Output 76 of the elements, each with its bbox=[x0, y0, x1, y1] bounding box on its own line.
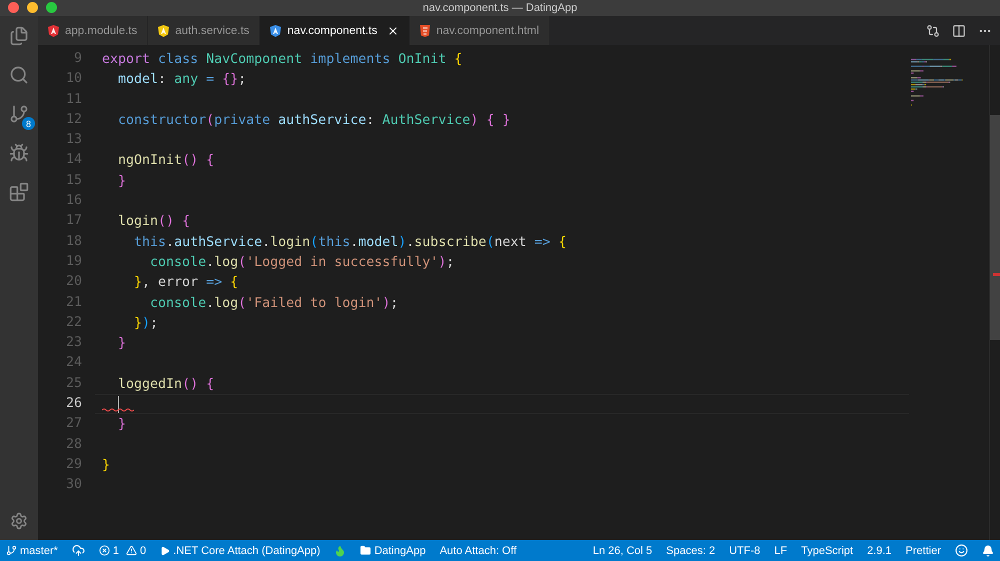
line-number: 28 bbox=[66, 436, 82, 454]
status-item[interactable]: Spaces: 2 bbox=[666, 544, 716, 556]
close-icon[interactable] bbox=[387, 24, 400, 36]
status-item[interactable]: Auto Attach: Off bbox=[440, 544, 517, 556]
close-window-icon[interactable] bbox=[8, 2, 19, 13]
status-item[interactable]: 2.9.1 bbox=[867, 544, 892, 556]
status-item[interactable]: UTF-8 bbox=[729, 544, 760, 556]
line-number: 20 bbox=[66, 273, 82, 292]
settings-icon[interactable] bbox=[10, 512, 28, 530]
line-number: 30 bbox=[66, 476, 82, 494]
minimize-window-icon[interactable] bbox=[27, 2, 38, 13]
code-line: }); bbox=[133, 316, 158, 331]
code-line: model: any = {}; bbox=[117, 72, 246, 88]
bell-icon[interactable] bbox=[982, 544, 994, 556]
code-line: } bbox=[117, 336, 126, 352]
line-number: 10 bbox=[66, 70, 82, 88]
count-badge: 8 bbox=[22, 117, 35, 130]
line-number: 23 bbox=[66, 334, 82, 352]
line-number: 25 bbox=[66, 374, 82, 393]
folder-icon bbox=[360, 545, 372, 556]
code-line: login() { bbox=[117, 214, 190, 230]
editor-tab[interactable]: app.module.ts bbox=[38, 16, 148, 45]
search-icon[interactable] bbox=[9, 65, 29, 85]
problems-status[interactable]: 1 0 bbox=[98, 544, 146, 556]
line-number: 14 bbox=[66, 151, 82, 170]
line-number: 9 bbox=[74, 50, 82, 68]
scrollbar[interactable] bbox=[989, 45, 1000, 540]
maximize-window-icon[interactable] bbox=[46, 2, 57, 13]
line-number: 29 bbox=[66, 456, 82, 474]
split-editor-icon[interactable] bbox=[952, 24, 966, 38]
line-number: 27 bbox=[66, 415, 82, 434]
line-number: 18 bbox=[66, 232, 82, 251]
files-icon[interactable] bbox=[9, 26, 29, 46]
code-line: loggedIn() { bbox=[117, 376, 214, 392]
play-icon bbox=[160, 546, 170, 556]
line-number: 11 bbox=[66, 90, 82, 109]
code-line: } bbox=[102, 458, 110, 473]
extensions-icon[interactable] bbox=[9, 182, 29, 202]
line-number: 19 bbox=[66, 252, 82, 271]
code-line: } bbox=[117, 174, 126, 189]
line-number: 16 bbox=[66, 192, 82, 210]
editor-tab[interactable]: nav.component.html bbox=[410, 16, 550, 45]
code-line: console.log('Failed to login'); bbox=[149, 296, 398, 311]
status-item[interactable]: TypeScript bbox=[801, 544, 854, 556]
code-line: constructor(private authService: AuthService) { } bbox=[117, 112, 510, 128]
code-line: ngOnInit() { bbox=[117, 153, 214, 168]
code-line: this.authService.login(this.model).subscribe(next => { bbox=[133, 234, 566, 250]
code-line: export class NavComponent implements OnInit { bbox=[102, 52, 462, 67]
line-number: 12 bbox=[66, 110, 82, 129]
flame-icon[interactable] bbox=[334, 544, 346, 556]
line-number: 22 bbox=[66, 314, 82, 332]
window-title: nav.component.ts — DatingApp bbox=[422, 2, 578, 14]
error-icon bbox=[98, 545, 110, 556]
line-number: 24 bbox=[66, 354, 82, 372]
bug-icon[interactable] bbox=[9, 143, 29, 163]
debug-launch-status[interactable]: .NET Core Attach (DatingApp) bbox=[160, 544, 320, 556]
status-item[interactable]: LF bbox=[774, 544, 788, 556]
code-line: console.log('Logged in successfully'); bbox=[149, 254, 454, 270]
branch-icon bbox=[6, 545, 17, 556]
folder-status[interactable]: DatingApp bbox=[360, 544, 426, 556]
status-item[interactable]: Ln 26, Col 5 bbox=[592, 544, 652, 556]
code-line: } bbox=[117, 417, 126, 432]
warning-icon bbox=[126, 545, 138, 556]
status-item[interactable]: Prettier bbox=[906, 544, 941, 556]
branch-status[interactable]: master* bbox=[6, 544, 58, 556]
line-number: 21 bbox=[66, 294, 82, 312]
code-line: }, error => { bbox=[133, 275, 238, 290]
editor-tab[interactable]: auth.service.ts bbox=[148, 16, 260, 45]
line-number: 26 bbox=[66, 395, 82, 414]
smiley-icon[interactable] bbox=[955, 544, 968, 557]
cloud-sync-icon[interactable] bbox=[72, 544, 85, 557]
compare-icon[interactable] bbox=[926, 24, 940, 38]
line-number: 15 bbox=[66, 172, 82, 190]
line-number: 17 bbox=[66, 212, 82, 230]
line-number: 13 bbox=[66, 131, 82, 150]
editor-tab[interactable]: nav.component.ts bbox=[260, 16, 410, 45]
